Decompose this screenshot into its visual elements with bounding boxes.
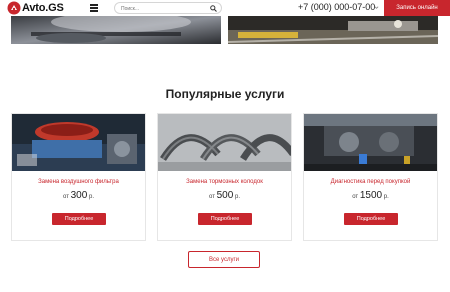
price-value: 300 (70, 190, 88, 201)
price-prefix: от (352, 194, 359, 200)
service-name[interactable]: Замена воздушного фильтра (12, 179, 145, 185)
hero-image-right (228, 16, 438, 44)
search-box (114, 2, 222, 14)
service-card[interactable]: Замена воздушного фильтра от 300 р. Подр… (11, 113, 146, 241)
service-price: от 300 р. (12, 190, 145, 201)
price-currency: р. (383, 194, 389, 200)
logo-icon (7, 1, 21, 15)
book-online-button[interactable]: Запись онлайн (384, 0, 450, 16)
details-button[interactable]: Подробнее (344, 213, 398, 225)
service-price: от 1500 р. (304, 190, 437, 201)
price-currency: р. (88, 194, 94, 200)
all-services-button[interactable]: Все услуги (188, 251, 260, 268)
service-name[interactable]: Замена тормозных колодок (158, 179, 291, 185)
details-button[interactable]: Подробнее (198, 213, 252, 225)
hero-image-left (11, 16, 221, 44)
service-image-air-filter (12, 114, 145, 171)
price-prefix: от (209, 194, 215, 200)
service-image-diagnostics (304, 114, 437, 171)
section-title: Популярные услуги (165, 87, 285, 101)
search-input[interactable] (121, 5, 207, 12)
service-price: от 500 р. (158, 190, 291, 201)
price-currency: р. (234, 194, 240, 200)
service-card[interactable]: Замена тормозных колодок от 500 р. Подро… (157, 113, 292, 241)
details-button[interactable]: Подробнее (52, 213, 106, 225)
search-icon[interactable] (210, 5, 217, 12)
logo-text: Avto.GS (22, 2, 64, 14)
service-name[interactable]: Диагностика перед покупкой (304, 179, 437, 185)
logo[interactable]: Avto.GS (7, 1, 64, 15)
price-value: 1500 (359, 190, 383, 201)
price-prefix: от (63, 194, 69, 200)
chevron-down-icon[interactable] (374, 5, 379, 10)
service-card[interactable]: Диагностика перед покупкой от 1500 р. По… (303, 113, 438, 241)
site-header: Avto.GS +7 (000) 000-07-00 Запись онлайн (0, 0, 450, 16)
phone-number[interactable]: +7 (000) 000-07-00 (298, 2, 375, 12)
service-image-brake-pads (158, 114, 291, 171)
price-value: 500 (216, 190, 234, 201)
menu-icon[interactable] (90, 4, 98, 12)
